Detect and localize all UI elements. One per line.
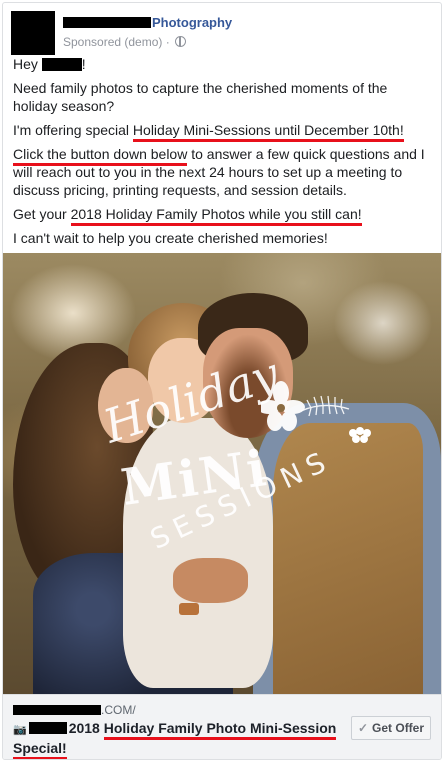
berry-icon bbox=[349, 427, 371, 443]
check-icon: ✓ bbox=[357, 721, 369, 735]
photo-hand bbox=[173, 558, 248, 603]
get-offer-button[interactable]: ✓ Get Offer bbox=[351, 716, 431, 740]
offer-highlight: Holiday Mini-Sessions until December 10t… bbox=[132, 122, 404, 142]
redacted-name bbox=[63, 17, 151, 28]
redacted-headline bbox=[28, 722, 67, 734]
instruction-text: Click the button down below to answer a … bbox=[13, 146, 425, 198]
redacted-domain bbox=[13, 705, 101, 715]
sponsored-post-card: Photography Sponsored (demo) · Hey ! Nee… bbox=[2, 2, 442, 760]
cta-text: Get your 2018 Holiday Family Photos whil… bbox=[13, 205, 433, 226]
link-domain: .COM/ bbox=[13, 703, 136, 717]
link-headline[interactable]: 📷 2018 Holiday Family Photo Mini-Session … bbox=[13, 719, 343, 759]
redacted-recipient bbox=[41, 58, 82, 71]
cta-highlight: 2018 Holiday Family Photos while you sti… bbox=[70, 206, 362, 226]
link-preview[interactable]: .COM/ 📷 2018 Holiday Family Photo Mini-Se… bbox=[3, 694, 441, 759]
instruction-highlight: Click the button down below bbox=[13, 146, 188, 166]
post-header: Photography Sponsored (demo) · bbox=[11, 11, 431, 55]
camera-icon: 📷 bbox=[13, 724, 27, 736]
globe-icon bbox=[175, 36, 187, 47]
page-name-link[interactable]: Photography bbox=[63, 15, 232, 30]
greeting: Hey ! bbox=[13, 56, 86, 72]
photo-bracelet bbox=[179, 603, 199, 615]
ad-image[interactable]: Holiday MiNi SESSIONS bbox=[3, 253, 441, 694]
post-body: Hey ! Need family photos to capture the … bbox=[13, 55, 433, 271]
sponsored-label: Sponsored (demo) · bbox=[63, 35, 187, 49]
avatar[interactable] bbox=[11, 11, 55, 55]
closing-text: I can't wait to help you create cherishe… bbox=[13, 230, 328, 246]
offer-text: I'm offering special Holiday Mini-Sessio… bbox=[13, 121, 433, 142]
intro-text: Need family photos to capture the cheris… bbox=[13, 80, 388, 114]
